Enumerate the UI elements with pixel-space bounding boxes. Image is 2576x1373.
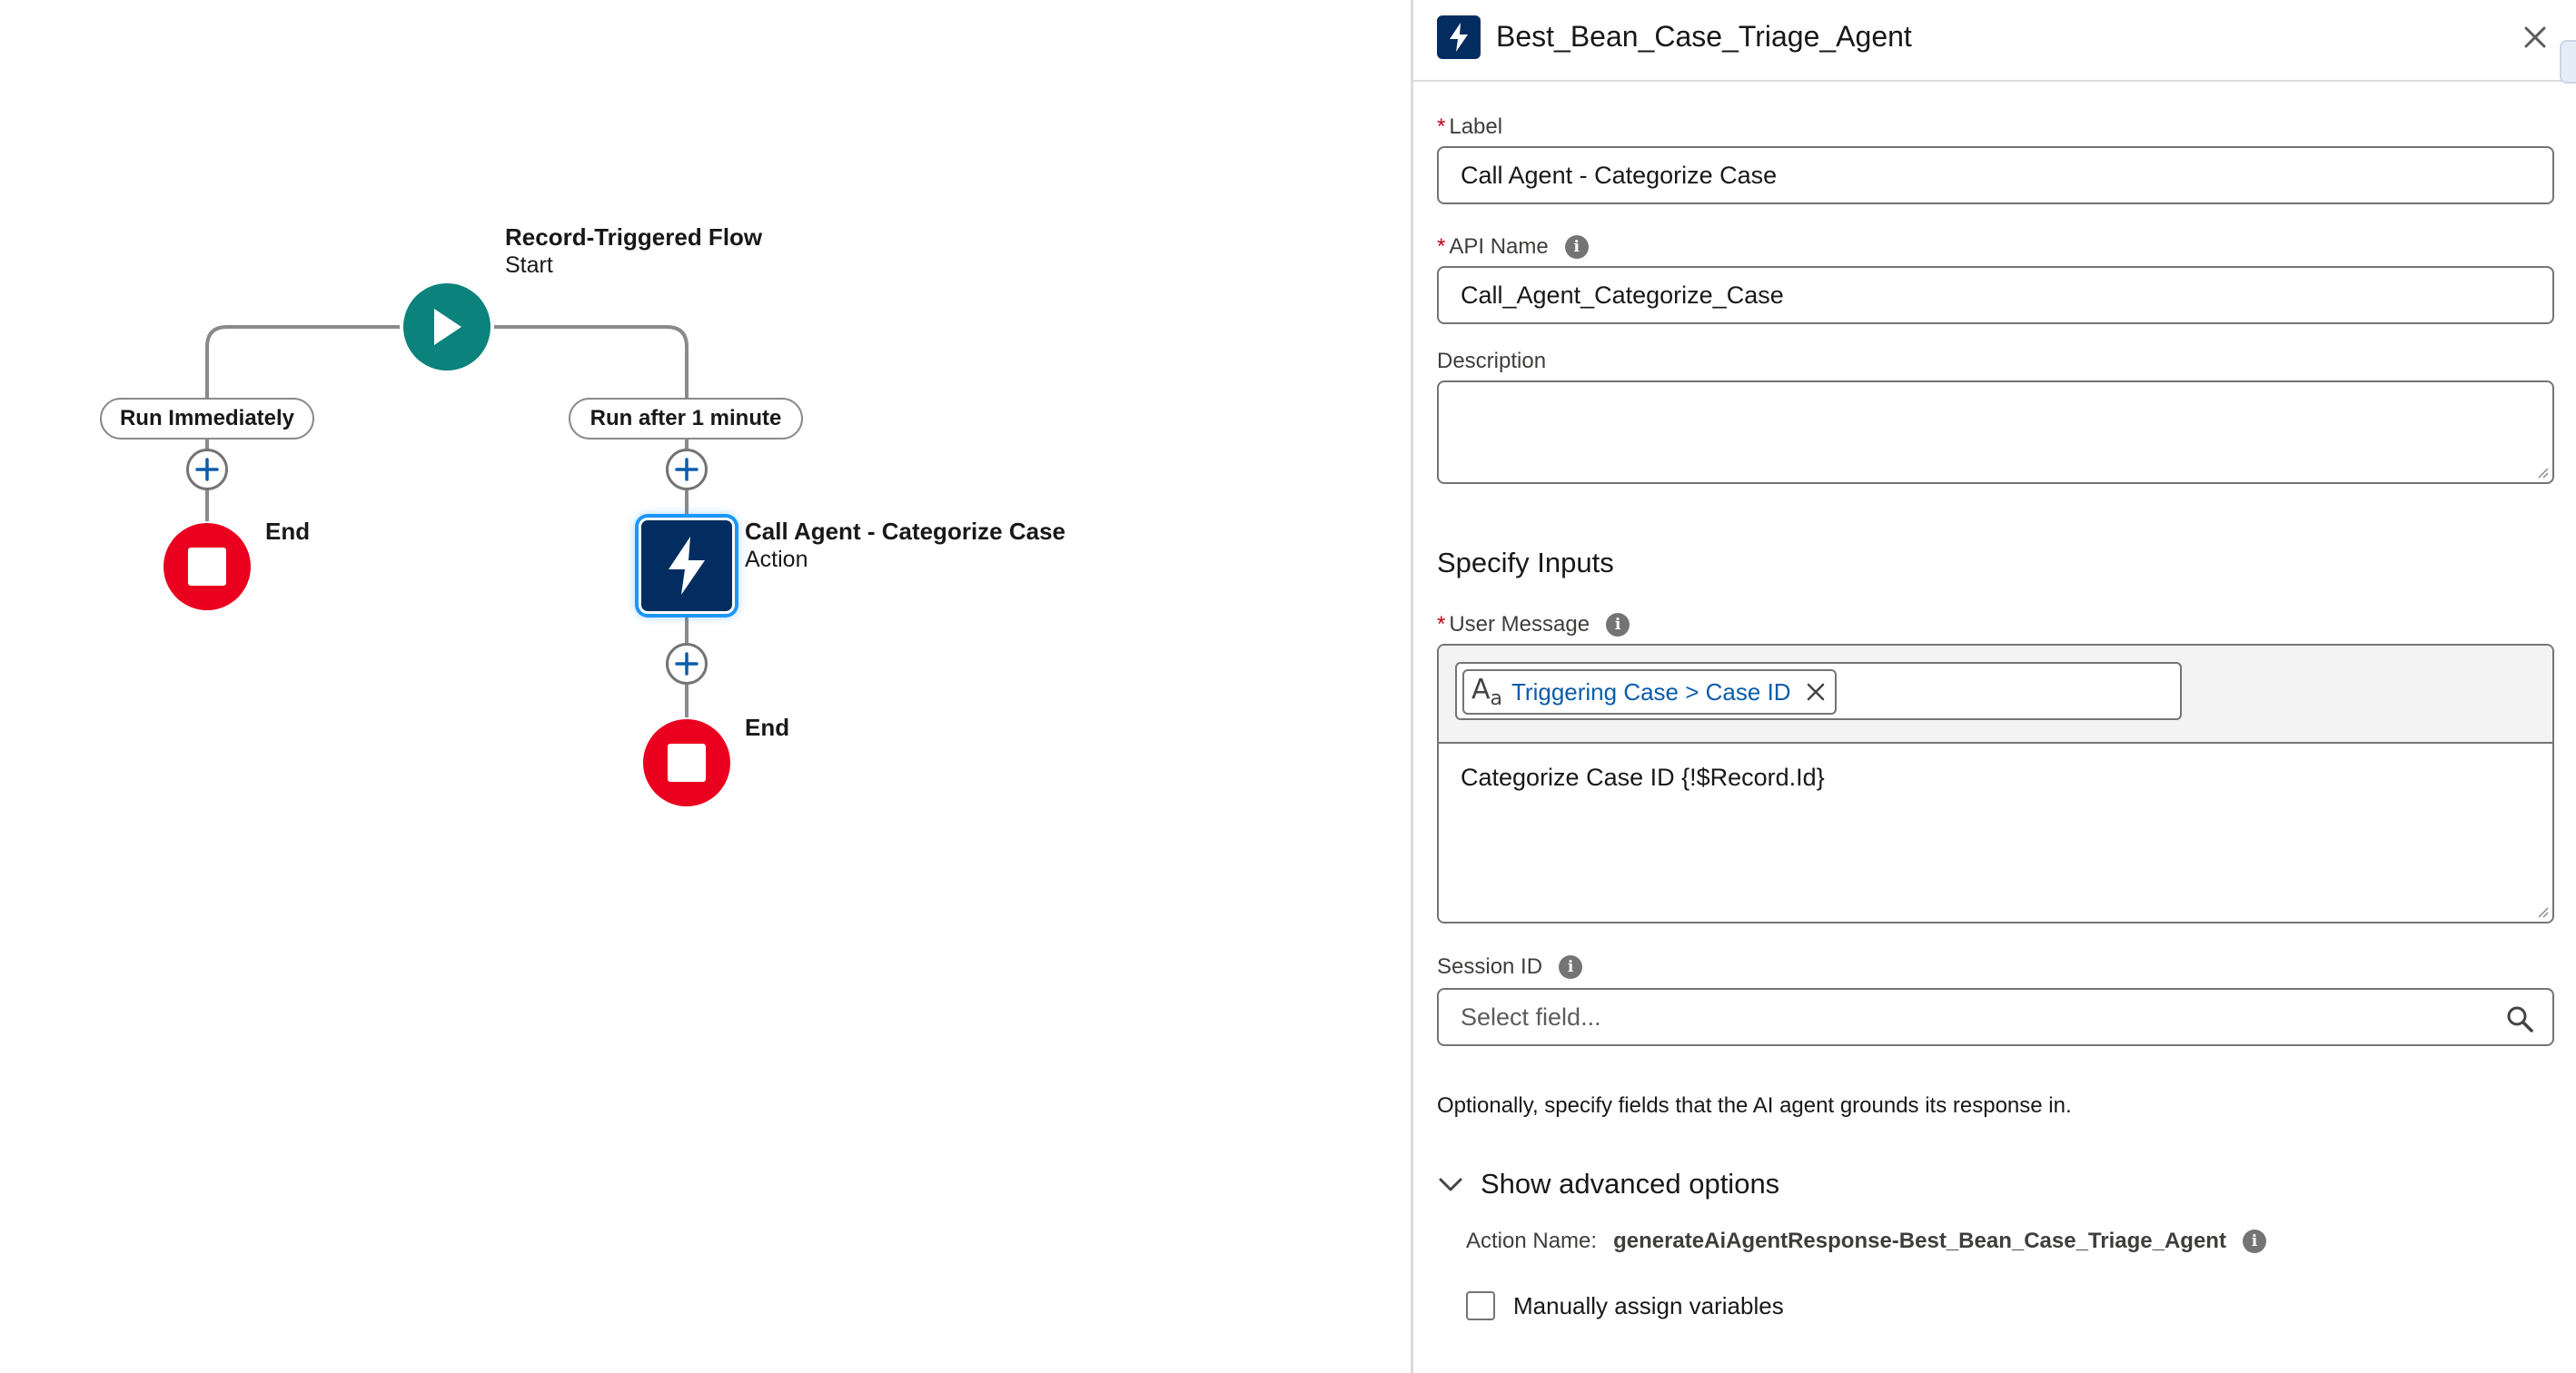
manual-assign-checkbox[interactable] [1466,1291,1495,1320]
session-id-field-label: Session ID i [1437,954,1583,980]
search-icon[interactable] [2505,1004,2534,1033]
resource-picker[interactable]: Aa Triggering Case > Case ID [1455,662,2182,720]
properties-panel: Best_Bean_Case_Triage_Agent * Label Call … [1411,0,2576,1373]
action-name-row: Action Name: generateAiAgentResponse-Bes… [1466,1229,2266,1254]
user-message-field-label: * User Message i [1437,612,1630,637]
info-icon[interactable]: i [2242,1230,2266,1253]
info-icon[interactable]: i [1606,613,1630,637]
panel-header: Best_Bean_Case_Triage_Agent [1413,0,2576,84]
grounding-help-text: Optionally, specify fields that the AI a… [1437,1093,2072,1118]
text-type-icon: Aa [1471,674,1503,710]
resource-pill-label: Triggering Case > Case ID [1511,677,1791,706]
action-name-label: Action Name: [1466,1229,1598,1253]
add-element-button[interactable] [186,449,228,490]
info-icon[interactable]: i [1564,235,1589,259]
play-icon [434,309,461,345]
end-node[interactable] [163,523,251,610]
plus-icon [195,458,219,481]
action-node-call-agent[interactable] [639,518,735,614]
plus-icon [675,458,698,481]
description-textarea[interactable] [1437,380,2554,484]
end-node-label: End [745,714,790,741]
plus-icon [675,652,698,676]
stop-icon [668,744,706,782]
remove-icon[interactable] [1806,682,1826,702]
show-advanced-options-label: Show advanced options [1481,1168,1780,1200]
info-icon[interactable]: i [1559,955,1583,979]
start-node[interactable] [403,283,490,370]
panel-title: Best_Bean_Case_Triage_Agent [1496,20,1912,53]
start-node-subtitle: Start [505,252,553,278]
panel-collapse-tab[interactable] [2560,40,2576,84]
required-marker: * [1437,612,1446,637]
required-marker: * [1437,234,1446,259]
api-name-input[interactable]: Call_Agent_Categorize_Case [1437,266,2554,324]
specify-inputs-heading: Specify Inputs [1437,547,1614,578]
resize-handle-icon[interactable] [2534,904,2549,918]
show-advanced-options-toggle[interactable]: Show advanced options [1437,1168,1779,1200]
lightning-bolt-icon [1437,15,1481,59]
resize-handle-icon[interactable] [2534,464,2549,479]
action-node-subtitle: Action [745,547,808,572]
path-label-run-immediately[interactable]: Run Immediately [100,398,314,440]
close-icon [2524,26,2546,48]
manual-assign-row[interactable]: Manually assign variables [1466,1291,1784,1320]
session-id-placeholder: Select field... [1461,1003,1601,1031]
start-node-title: Record-Triggered Flow [505,223,763,251]
label-input[interactable]: Call Agent - Categorize Case [1437,146,2554,204]
add-element-button[interactable] [666,643,708,685]
resource-pill[interactable]: Aa Triggering Case > Case ID [1462,669,1837,715]
resource-picker-bar: Aa Triggering Case > Case ID [1439,646,2552,744]
description-field-label: Description [1437,349,1547,373]
path-label-run-after-1-minute[interactable]: Run after 1 minute [569,398,803,440]
stop-icon [188,548,226,586]
user-message-text[interactable]: Categorize Case ID {!$Record.Id} [1461,764,1825,792]
api-name-field-label: * API Name i [1437,234,1589,260]
close-button[interactable] [2520,22,2551,53]
lightning-bolt-icon [669,537,705,595]
label-field-label: * Label [1437,114,1503,139]
end-node-label: End [265,518,311,545]
session-id-input[interactable]: Select field... [1437,988,2554,1046]
flow-canvas[interactable]: Record-Triggered Flow Start Run Immediat… [0,0,1411,1373]
action-node-title: Call Agent - Categorize Case [745,518,1066,545]
chevron-down-icon [1439,1178,1462,1191]
add-element-button[interactable] [666,449,708,490]
action-name-value: generateAiAgentResponse-Best_Bean_Case_T… [1613,1229,2226,1253]
user-message-editor[interactable]: Aa Triggering Case > Case ID Categorize … [1437,644,2554,924]
manual-assign-label: Manually assign variables [1513,1291,1784,1319]
flow-connectors [205,325,689,717]
end-node[interactable] [643,719,730,806]
required-marker: * [1437,114,1446,139]
